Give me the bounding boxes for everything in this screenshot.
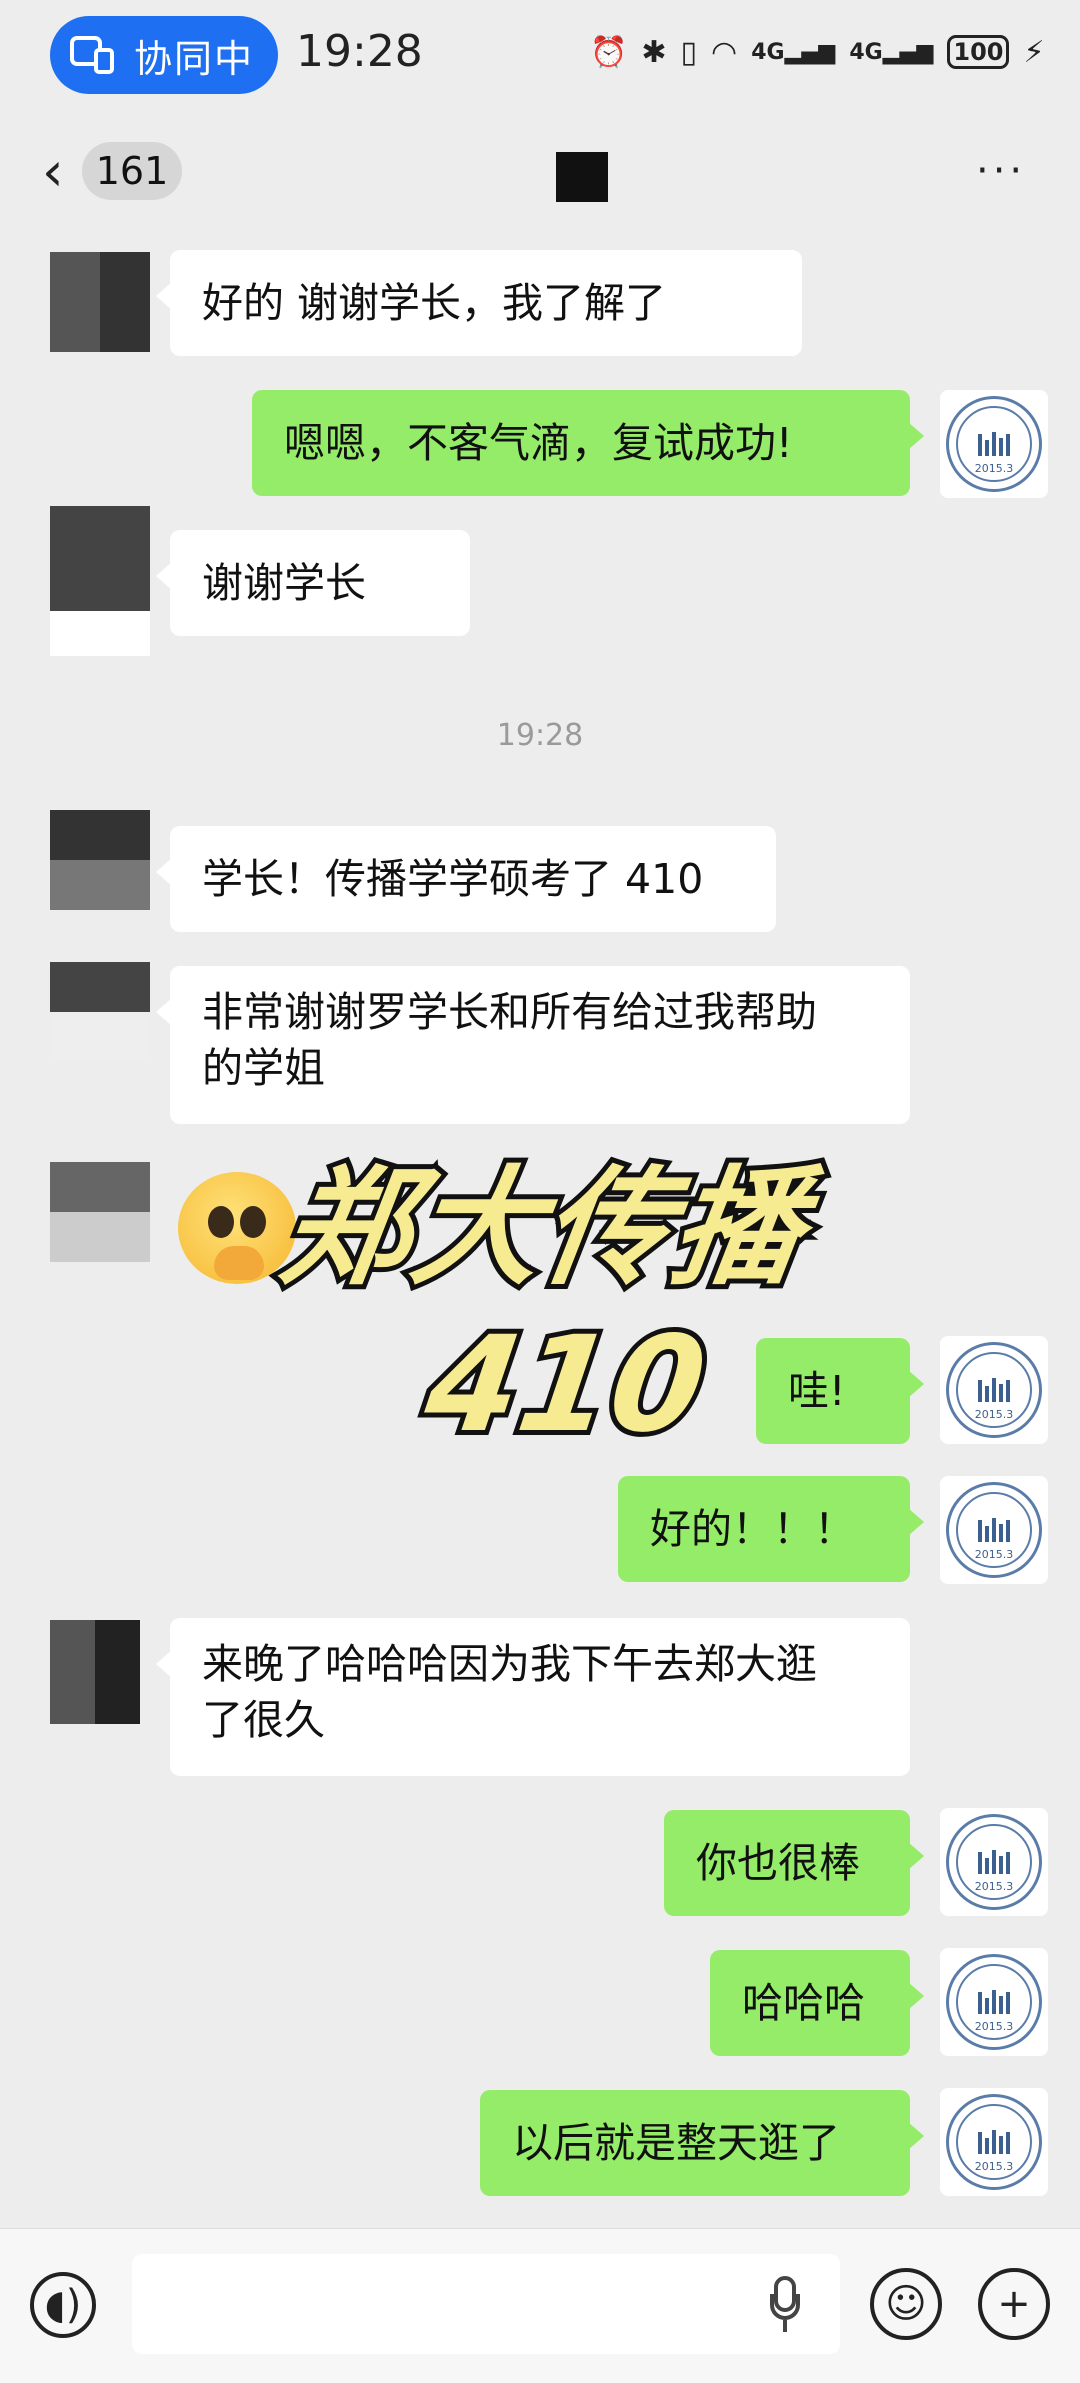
avatar[interactable] [50, 810, 150, 910]
back-chevron-icon[interactable]: ‹ [42, 140, 64, 203]
battery-icon: 100 [947, 35, 1010, 69]
message-bubble: 嗯嗯，不客气滴，复试成功! [252, 390, 924, 496]
plus-icon[interactable]: + [978, 2268, 1050, 2340]
avatar[interactable]: 2015.3 [940, 1808, 1048, 1916]
chat-title-redacted [556, 152, 608, 202]
unread-count-badge[interactable]: 161 [82, 142, 182, 200]
avatar[interactable] [50, 962, 150, 1062]
avatar[interactable] [50, 506, 150, 656]
signal-4g-icon: 4G▂▄▆ [849, 39, 934, 65]
avatar[interactable] [50, 252, 150, 352]
status-time: 19:28 [296, 26, 423, 77]
mic-icon[interactable] [770, 2276, 800, 2332]
avatar[interactable]: 2015.3 [940, 2088, 1048, 2196]
signal-4g-icon: 4G▂▄▆ [751, 39, 836, 65]
alarm-icon: ⏰ [590, 34, 628, 70]
message-bubble: 非常谢谢罗学长和所有给过我帮助 的学姐 [156, 966, 910, 1124]
message-input[interactable] [132, 2254, 840, 2354]
status-icons: ⏰ ✱ ▯ ◠ 4G▂▄▆ 4G▂▄▆ 100 ⚡ [590, 30, 1045, 74]
emoji-icon[interactable]: ☺ [870, 2268, 942, 2340]
bluetooth-icon: ✱ [641, 34, 667, 70]
message-bubble: 你也很棒 [664, 1810, 924, 1916]
vibrate-icon: ▯ [680, 34, 698, 70]
message-bubble: 好的！！！ [618, 1476, 924, 1582]
avatar[interactable] [50, 1162, 150, 1262]
multi-device-icon [70, 36, 120, 74]
collaboration-pill[interactable]: 协同中 [50, 16, 278, 94]
more-icon[interactable]: ··· [976, 148, 1026, 194]
collaboration-label: 协同中 [134, 36, 255, 81]
message-bubble: 哇! [756, 1338, 924, 1444]
message-bubble: 好的 谢谢学长，我了解了 [156, 250, 802, 356]
timestamp: 19:28 [496, 718, 584, 753]
overlay-caption: 郑大传播 [268, 1149, 819, 1308]
message-bubble: 学长！传播学学硕考了 410 [156, 826, 776, 932]
message-bubble: 来晚了哈哈哈因为我下午去郑大逛 了很久 [156, 1618, 910, 1776]
avatar[interactable]: 2015.3 [940, 1336, 1048, 1444]
voice-icon[interactable]: ◖) [30, 2272, 96, 2338]
avatar[interactable]: 2015.3 [940, 1948, 1048, 2056]
avatar[interactable]: 2015.3 [940, 1476, 1048, 1584]
overlay-score: 410 [412, 1303, 719, 1467]
avatar[interactable]: 2015.3 [940, 390, 1048, 498]
message-bubble: 谢谢学长 [156, 530, 470, 636]
message-bubble: 以后就是整天逛了 [480, 2090, 924, 2196]
wifi-icon: ◠ [711, 34, 738, 70]
message-bubble: 哈哈哈 [710, 1950, 924, 2056]
charging-icon: ⚡ [1023, 34, 1045, 70]
avatar[interactable] [50, 1620, 140, 1724]
